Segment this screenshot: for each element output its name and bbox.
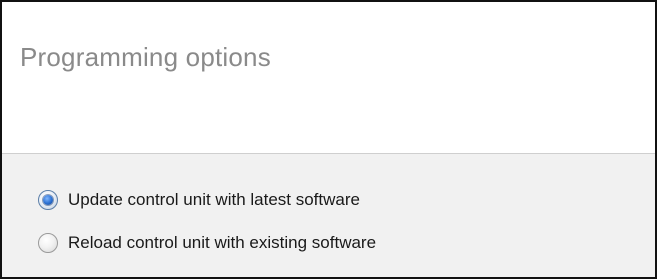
option-update-latest-software[interactable]: Update control unit with latest software [38,186,360,214]
option-label[interactable]: Reload control unit with existing softwa… [68,233,376,253]
programming-options-panel: Programming options Update control unit … [0,0,657,279]
options-group: Update control unit with latest software… [2,154,655,277]
radio-selected-dot [43,195,53,205]
option-reload-existing-software[interactable]: Reload control unit with existing softwa… [38,229,376,257]
radio-button-unselected[interactable] [38,233,58,253]
panel-header: Programming options [2,2,655,154]
option-label[interactable]: Update control unit with latest software [68,190,360,210]
panel-title: Programming options [20,42,271,72]
radio-button-selected[interactable] [38,190,58,210]
